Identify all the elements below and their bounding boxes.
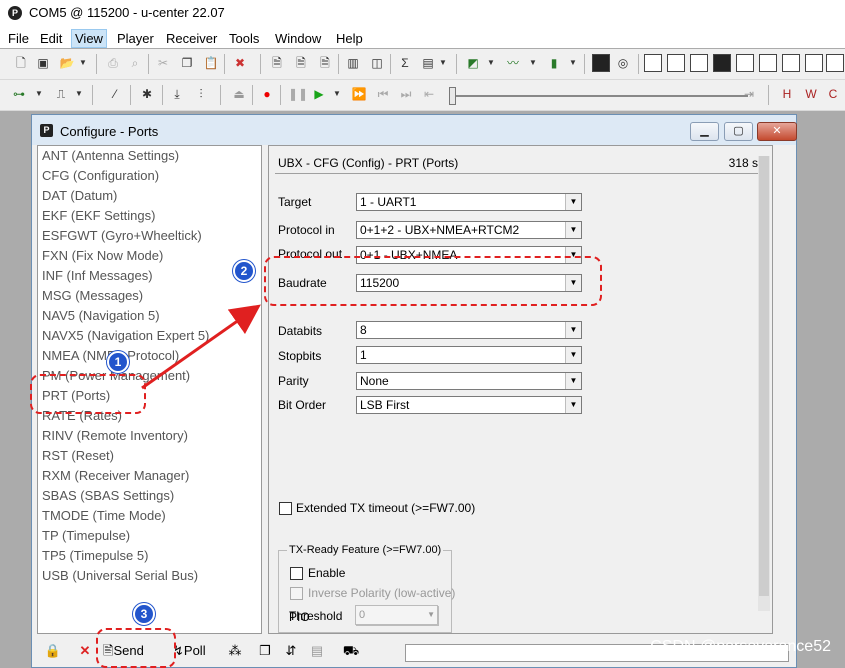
watermark: CSDN @perseverance52 <box>650 638 831 655</box>
send-highlight <box>96 628 176 668</box>
annotation-overlay <box>141 304 261 390</box>
step-badge-3: 3 <box>133 603 155 625</box>
baudrate-highlight <box>264 256 602 306</box>
step-badge-1: 1 <box>107 351 129 373</box>
annotation-arrow <box>141 304 261 390</box>
step-badge-2: 2 <box>233 260 255 282</box>
prt-highlight <box>30 374 146 414</box>
